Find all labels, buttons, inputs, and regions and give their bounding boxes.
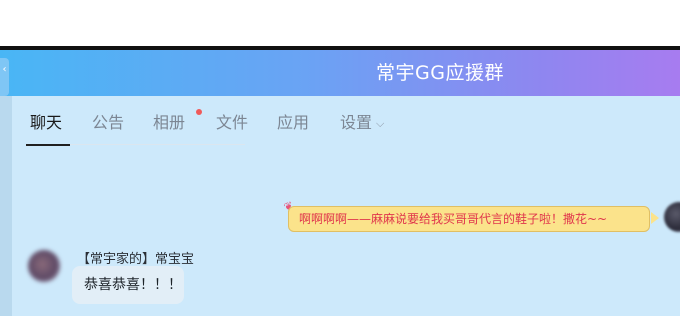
group-chat-window: ‹ 常宇GG应援群 聊天 公告 相册 文件 应用 设置 ⌵ ❦ 啊啊啊啊——麻麻说… xyxy=(0,50,680,316)
tab-chat[interactable]: 聊天 xyxy=(30,112,62,134)
tab-settings-label: 设置 xyxy=(340,113,373,132)
chevron-down-icon: ⌵ xyxy=(376,117,385,130)
back-tab[interactable]: ‹ xyxy=(0,58,9,96)
bubble-tail xyxy=(651,212,659,224)
tab-divider xyxy=(70,144,245,145)
message-text: 啊啊啊啊——麻麻说要给我买哥哥代言的鞋子啦！撒花~~ xyxy=(299,212,608,226)
tab-apps[interactable]: 应用 xyxy=(277,112,309,134)
sender-name[interactable]: 【常宇家的】常宝宝 xyxy=(77,248,194,267)
avatar[interactable] xyxy=(28,250,60,282)
avatar[interactable] xyxy=(664,202,680,232)
back-tab-icon: ‹ xyxy=(2,64,7,75)
tab-album[interactable]: 相册 xyxy=(153,112,185,134)
album-badge-dot xyxy=(196,109,202,115)
message-bubble-right[interactable]: 啊啊啊啊——麻麻说要给我买哥哥代言的鞋子啦！撒花~~ xyxy=(288,206,650,232)
tab-bar: 聊天 公告 相册 文件 应用 设置 ⌵ xyxy=(12,96,680,148)
active-tab-indicator xyxy=(26,144,70,146)
left-side-panel xyxy=(0,96,12,316)
chat-header: ‹ 常宇GG应援群 xyxy=(0,50,680,96)
tab-files[interactable]: 文件 xyxy=(216,112,248,134)
tab-settings[interactable]: 设置 ⌵ xyxy=(340,112,384,136)
tab-announcement[interactable]: 公告 xyxy=(92,112,124,134)
message-bubble-left[interactable]: 恭喜恭喜！！！ xyxy=(72,266,184,304)
message-text: 恭喜恭喜！！！ xyxy=(84,277,182,293)
group-title: 常宇GG应援群 xyxy=(376,62,504,84)
